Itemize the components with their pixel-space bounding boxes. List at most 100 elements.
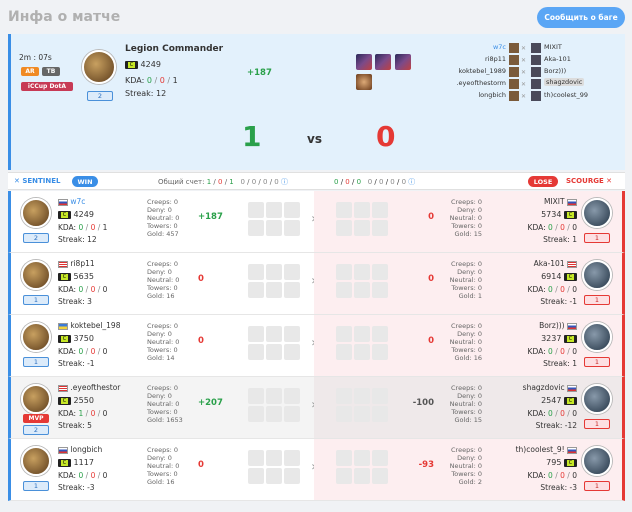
item-slot[interactable] <box>284 264 300 280</box>
player-name[interactable]: longbich <box>70 445 102 454</box>
item-slot[interactable] <box>266 264 282 280</box>
item-slot[interactable] <box>248 344 264 360</box>
item-slot[interactable] <box>266 202 282 218</box>
item-slot[interactable] <box>354 326 370 342</box>
lineup-right-name[interactable]: th)coolest_99 <box>544 91 588 99</box>
item-icon[interactable] <box>356 54 372 70</box>
item-slot[interactable] <box>248 326 264 342</box>
item-slot[interactable] <box>336 344 352 360</box>
hero-avatar[interactable] <box>582 384 612 414</box>
item-slot[interactable] <box>354 450 370 466</box>
item-slot[interactable] <box>336 450 352 466</box>
item-slot[interactable] <box>354 220 370 236</box>
lineup-right-name[interactable]: shagzdovic <box>544 78 585 86</box>
lineup-left-name[interactable]: w7c <box>493 43 506 51</box>
item-slot[interactable] <box>266 282 282 298</box>
item-slot[interactable] <box>248 450 264 466</box>
lineup-left-name[interactable]: longbich <box>478 91 506 99</box>
lineup-left-name[interactable]: koktebel_1989 <box>458 67 506 75</box>
item-slot[interactable] <box>266 468 282 484</box>
item-slot[interactable] <box>354 388 370 404</box>
hero-avatar[interactable] <box>21 384 51 414</box>
info-icon[interactable]: ⓘ <box>281 178 288 186</box>
item-slot[interactable] <box>248 264 264 280</box>
hero-avatar[interactable] <box>21 446 51 476</box>
player-name[interactable]: w7c <box>70 197 85 206</box>
hero-avatar[interactable] <box>582 198 612 228</box>
item-slot[interactable] <box>284 282 300 298</box>
item-slot[interactable] <box>336 468 352 484</box>
item-slot[interactable] <box>372 450 388 466</box>
hero-avatar[interactable] <box>582 260 612 290</box>
lineup-right-name[interactable]: Aka-101 <box>544 55 571 63</box>
hero-avatar[interactable] <box>21 260 51 290</box>
item-slot[interactable] <box>354 344 370 360</box>
player-name[interactable]: koktebel_198 <box>70 321 120 330</box>
item-slot[interactable] <box>266 406 282 422</box>
item-slot[interactable] <box>284 202 300 218</box>
item-slot[interactable] <box>336 264 352 280</box>
player-name[interactable]: shagzdovic <box>523 383 565 392</box>
player-name[interactable]: ri8p11 <box>70 259 94 268</box>
item-slot[interactable] <box>354 202 370 218</box>
item-slot[interactable] <box>336 326 352 342</box>
item-slot[interactable] <box>266 344 282 360</box>
item-icon[interactable] <box>375 54 391 70</box>
player-name[interactable]: .eyeofthestor <box>70 383 120 392</box>
player-name[interactable]: Aka-101 <box>534 259 565 268</box>
item-slot[interactable] <box>266 326 282 342</box>
item-slot[interactable] <box>284 388 300 404</box>
hero-avatar[interactable] <box>582 446 612 476</box>
item-slot[interactable] <box>372 326 388 342</box>
item-slot[interactable] <box>336 388 352 404</box>
item-slot[interactable] <box>248 220 264 236</box>
item-slot[interactable] <box>284 220 300 236</box>
item-slot[interactable] <box>266 388 282 404</box>
player-name[interactable]: th)coolest_9! <box>516 445 565 454</box>
item-slot[interactable] <box>372 468 388 484</box>
item-slot[interactable] <box>336 282 352 298</box>
item-slot[interactable] <box>266 220 282 236</box>
item-slot[interactable] <box>372 220 388 236</box>
item-slot[interactable] <box>284 406 300 422</box>
item-slot[interactable] <box>284 468 300 484</box>
item-slot[interactable] <box>336 202 352 218</box>
item-slot[interactable] <box>284 450 300 466</box>
item-slot[interactable] <box>372 344 388 360</box>
item-slot[interactable] <box>354 282 370 298</box>
item-slot[interactable] <box>336 220 352 236</box>
item-icon[interactable] <box>356 74 372 90</box>
hero-avatar[interactable] <box>21 198 51 228</box>
info-icon[interactable]: ⓘ <box>408 178 415 186</box>
report-bug-button[interactable]: Сообщить о баге <box>537 7 625 28</box>
lineup-right-name[interactable]: Borz))) <box>544 67 566 75</box>
lineup-right-name[interactable]: MIXIT <box>544 43 562 51</box>
hero-avatar[interactable] <box>21 322 51 352</box>
item-slot[interactable] <box>248 468 264 484</box>
player-name[interactable]: Borz))) <box>539 321 565 330</box>
item-slot[interactable] <box>372 406 388 422</box>
lineup-left-name[interactable]: .eyeofthestorm <box>456 79 506 87</box>
item-slot[interactable] <box>336 406 352 422</box>
item-slot[interactable] <box>284 344 300 360</box>
item-slot[interactable] <box>372 202 388 218</box>
hero-avatar[interactable] <box>82 50 116 84</box>
item-slot[interactable] <box>248 282 264 298</box>
lineup-left-name[interactable]: ri8p11 <box>485 55 506 63</box>
player-name[interactable]: Legion Commander <box>125 44 223 54</box>
item-slot[interactable] <box>354 264 370 280</box>
item-slot[interactable] <box>248 388 264 404</box>
item-slot[interactable] <box>248 406 264 422</box>
item-slot[interactable] <box>284 326 300 342</box>
player-name[interactable]: MIXIT <box>544 197 565 206</box>
item-slot[interactable] <box>372 264 388 280</box>
item-slot[interactable] <box>372 388 388 404</box>
item-slot[interactable] <box>354 406 370 422</box>
item-icon[interactable] <box>395 54 411 70</box>
item-slot[interactable] <box>266 450 282 466</box>
item-slot[interactable] <box>372 282 388 298</box>
hero-avatar[interactable] <box>582 322 612 352</box>
item-slot[interactable] <box>248 202 264 218</box>
item-slot[interactable] <box>354 468 370 484</box>
rank-icon: C <box>564 334 577 343</box>
